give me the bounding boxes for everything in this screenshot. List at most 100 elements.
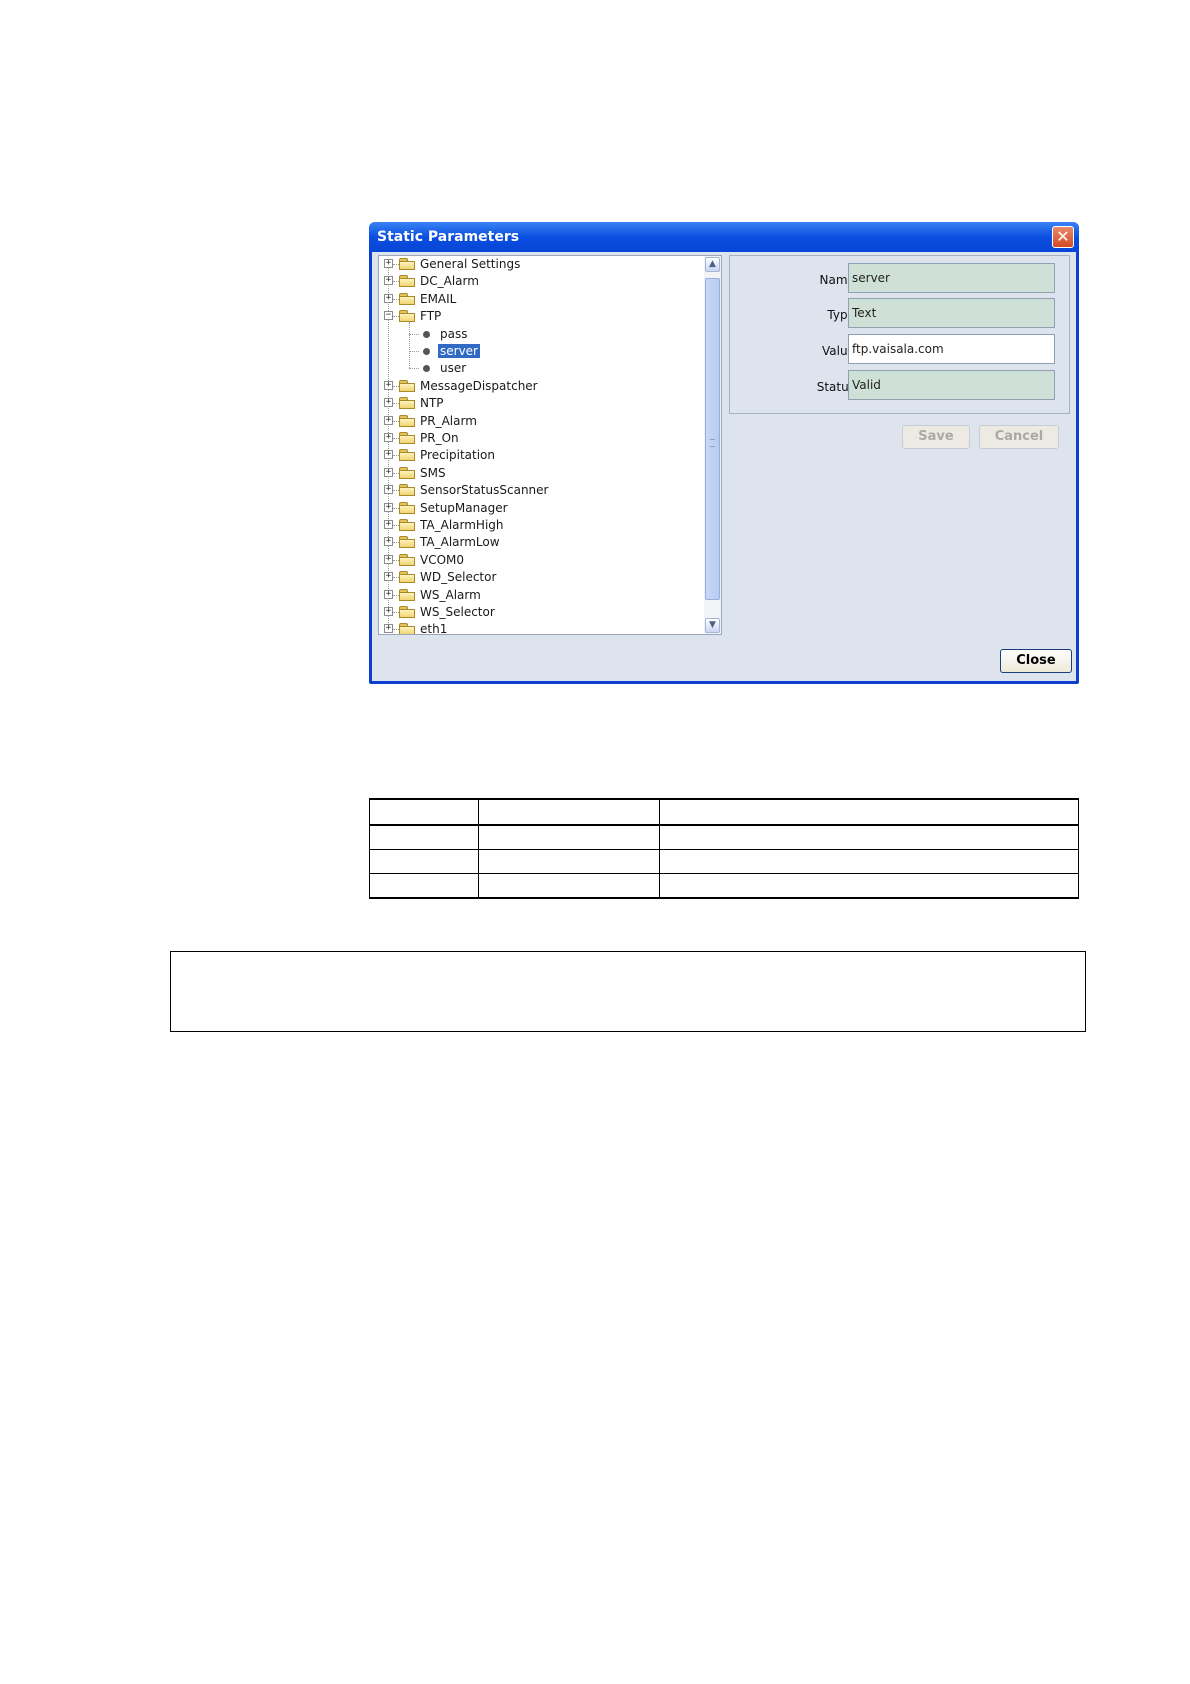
properties-panel: Name: server Type: Text Value: ftp.vaisa… bbox=[729, 255, 1070, 414]
expand-icon[interactable]: + bbox=[384, 380, 393, 390]
scroll-up-icon[interactable]: ▲ bbox=[705, 257, 720, 272]
tree-connector-line bbox=[409, 333, 419, 335]
expand-icon[interactable]: + bbox=[384, 450, 393, 460]
dialog-title: Static Parameters bbox=[377, 229, 520, 245]
expand-icon[interactable]: + bbox=[384, 415, 393, 425]
folder-icon bbox=[399, 258, 415, 270]
expand-icon[interactable]: + bbox=[384, 467, 393, 477]
scrollbar-thumb[interactable] bbox=[705, 278, 720, 600]
tree-item-label: TA_AlarmLow bbox=[420, 535, 500, 550]
expand-icon[interactable]: + bbox=[384, 485, 393, 495]
table-row bbox=[369, 824, 1079, 850]
folder-icon bbox=[399, 588, 415, 601]
tree-item-label: SetupManager bbox=[420, 500, 508, 515]
tree-item-label: VCOM0 bbox=[420, 552, 465, 567]
expand-icon[interactable]: + bbox=[384, 572, 393, 582]
expand-icon[interactable]: + bbox=[384, 554, 393, 564]
folder-icon bbox=[399, 397, 415, 410]
expand-icon[interactable]: + bbox=[384, 520, 393, 529]
folder-icon bbox=[399, 292, 415, 305]
table-cell bbox=[369, 849, 479, 874]
tree-branch-line bbox=[409, 322, 410, 369]
tree-item-label: Precipitation bbox=[420, 448, 496, 463]
tree-connector-line bbox=[409, 351, 419, 352]
table-header-row bbox=[369, 798, 1079, 826]
table-row bbox=[369, 849, 1079, 874]
scroll-down-icon[interactable]: ▼ bbox=[705, 618, 720, 633]
close-button[interactable]: Close bbox=[1000, 649, 1072, 673]
folder-icon bbox=[399, 379, 415, 392]
tree-item-label: TA_AlarmHigh bbox=[420, 518, 504, 532]
close-icon[interactable]: ✕ bbox=[1052, 226, 1074, 248]
parameter-tree-panel: + General Settings + DC_Alarm + EMAIL − FTP pass… bbox=[378, 255, 722, 635]
table-cell bbox=[478, 873, 660, 899]
folder-icon bbox=[399, 414, 415, 427]
folder-icon bbox=[399, 623, 415, 634]
folder-icon bbox=[399, 466, 415, 479]
tree-item-label: PR_On bbox=[420, 431, 459, 445]
table-cell bbox=[369, 798, 479, 826]
save-button[interactable]: Save bbox=[902, 425, 970, 449]
table-cell bbox=[369, 824, 479, 850]
tree-item-label: PR_Alarm bbox=[420, 413, 477, 428]
tree-item-label-selected: server bbox=[438, 344, 480, 358]
tree-item-label: DC_Alarm bbox=[420, 274, 479, 289]
table-cell bbox=[659, 798, 1079, 826]
folder-icon bbox=[399, 449, 415, 462]
expand-icon[interactable]: + bbox=[384, 589, 393, 599]
expand-icon[interactable]: + bbox=[384, 398, 393, 408]
folder-icon bbox=[399, 571, 415, 584]
folder-icon bbox=[399, 553, 415, 566]
type-field: Text bbox=[848, 298, 1055, 328]
collapse-icon[interactable]: − bbox=[384, 311, 393, 321]
table-cell bbox=[659, 824, 1079, 850]
grip-icon bbox=[710, 439, 715, 447]
bullet-icon bbox=[423, 348, 430, 355]
expand-icon[interactable]: + bbox=[384, 502, 393, 512]
value-field[interactable]: ftp.vaisala.com bbox=[848, 334, 1055, 364]
tree-item-label: FTP bbox=[420, 309, 442, 324]
static-parameters-dialog: Static Parameters ✕ + General Settings + DC… bbox=[369, 222, 1079, 684]
tree-item-label: SMS bbox=[420, 465, 446, 480]
expand-icon[interactable]: + bbox=[384, 537, 393, 547]
expand-icon[interactable]: + bbox=[384, 259, 393, 268]
table-cell bbox=[478, 824, 660, 850]
folder-icon bbox=[399, 501, 415, 514]
tree-item-label: General Settings bbox=[420, 257, 521, 271]
expand-icon[interactable]: + bbox=[384, 433, 393, 442]
folder-icon bbox=[399, 310, 415, 323]
dialog-client-area: + General Settings + DC_Alarm + EMAIL − FTP pass… bbox=[372, 252, 1076, 681]
expand-icon[interactable]: + bbox=[384, 607, 393, 616]
tree-item-label: WD_Selector bbox=[420, 570, 497, 585]
table-cell bbox=[659, 849, 1079, 874]
tree-connector-line bbox=[409, 368, 419, 370]
cancel-button[interactable]: Cancel bbox=[979, 425, 1059, 449]
bullet-icon bbox=[423, 365, 430, 373]
empty-table bbox=[369, 798, 1079, 899]
status-field: Valid bbox=[848, 370, 1055, 400]
table-cell bbox=[659, 873, 1079, 899]
folder-icon bbox=[399, 536, 415, 549]
tree-item-label: eth1 bbox=[420, 622, 448, 635]
expand-icon[interactable]: + bbox=[384, 293, 393, 303]
folder-icon bbox=[399, 484, 415, 497]
tree-item-label: EMAIL bbox=[420, 291, 457, 306]
tree-item-label: pass bbox=[440, 326, 468, 341]
tree-item-label: SensorStatusScanner bbox=[420, 483, 549, 498]
name-field: server bbox=[848, 263, 1055, 293]
table-cell bbox=[369, 873, 479, 899]
tree-item-label: WS_Selector bbox=[420, 605, 495, 619]
table-cell bbox=[478, 798, 660, 826]
folder-icon bbox=[399, 519, 415, 531]
expand-icon[interactable]: + bbox=[384, 276, 393, 286]
expand-icon[interactable]: + bbox=[384, 624, 393, 634]
tree-item-label: WS_Alarm bbox=[420, 587, 481, 602]
folder-icon bbox=[399, 606, 415, 618]
tree-scrollbar[interactable]: ▲ ▼ bbox=[704, 256, 721, 634]
folder-icon bbox=[399, 432, 415, 444]
table-cell bbox=[478, 849, 660, 874]
tree-item-label: MessageDispatcher bbox=[420, 378, 538, 393]
dialog-titlebar[interactable]: Static Parameters ✕ bbox=[369, 222, 1079, 252]
tree-item-label: NTP bbox=[420, 396, 444, 411]
table-row bbox=[369, 873, 1079, 899]
